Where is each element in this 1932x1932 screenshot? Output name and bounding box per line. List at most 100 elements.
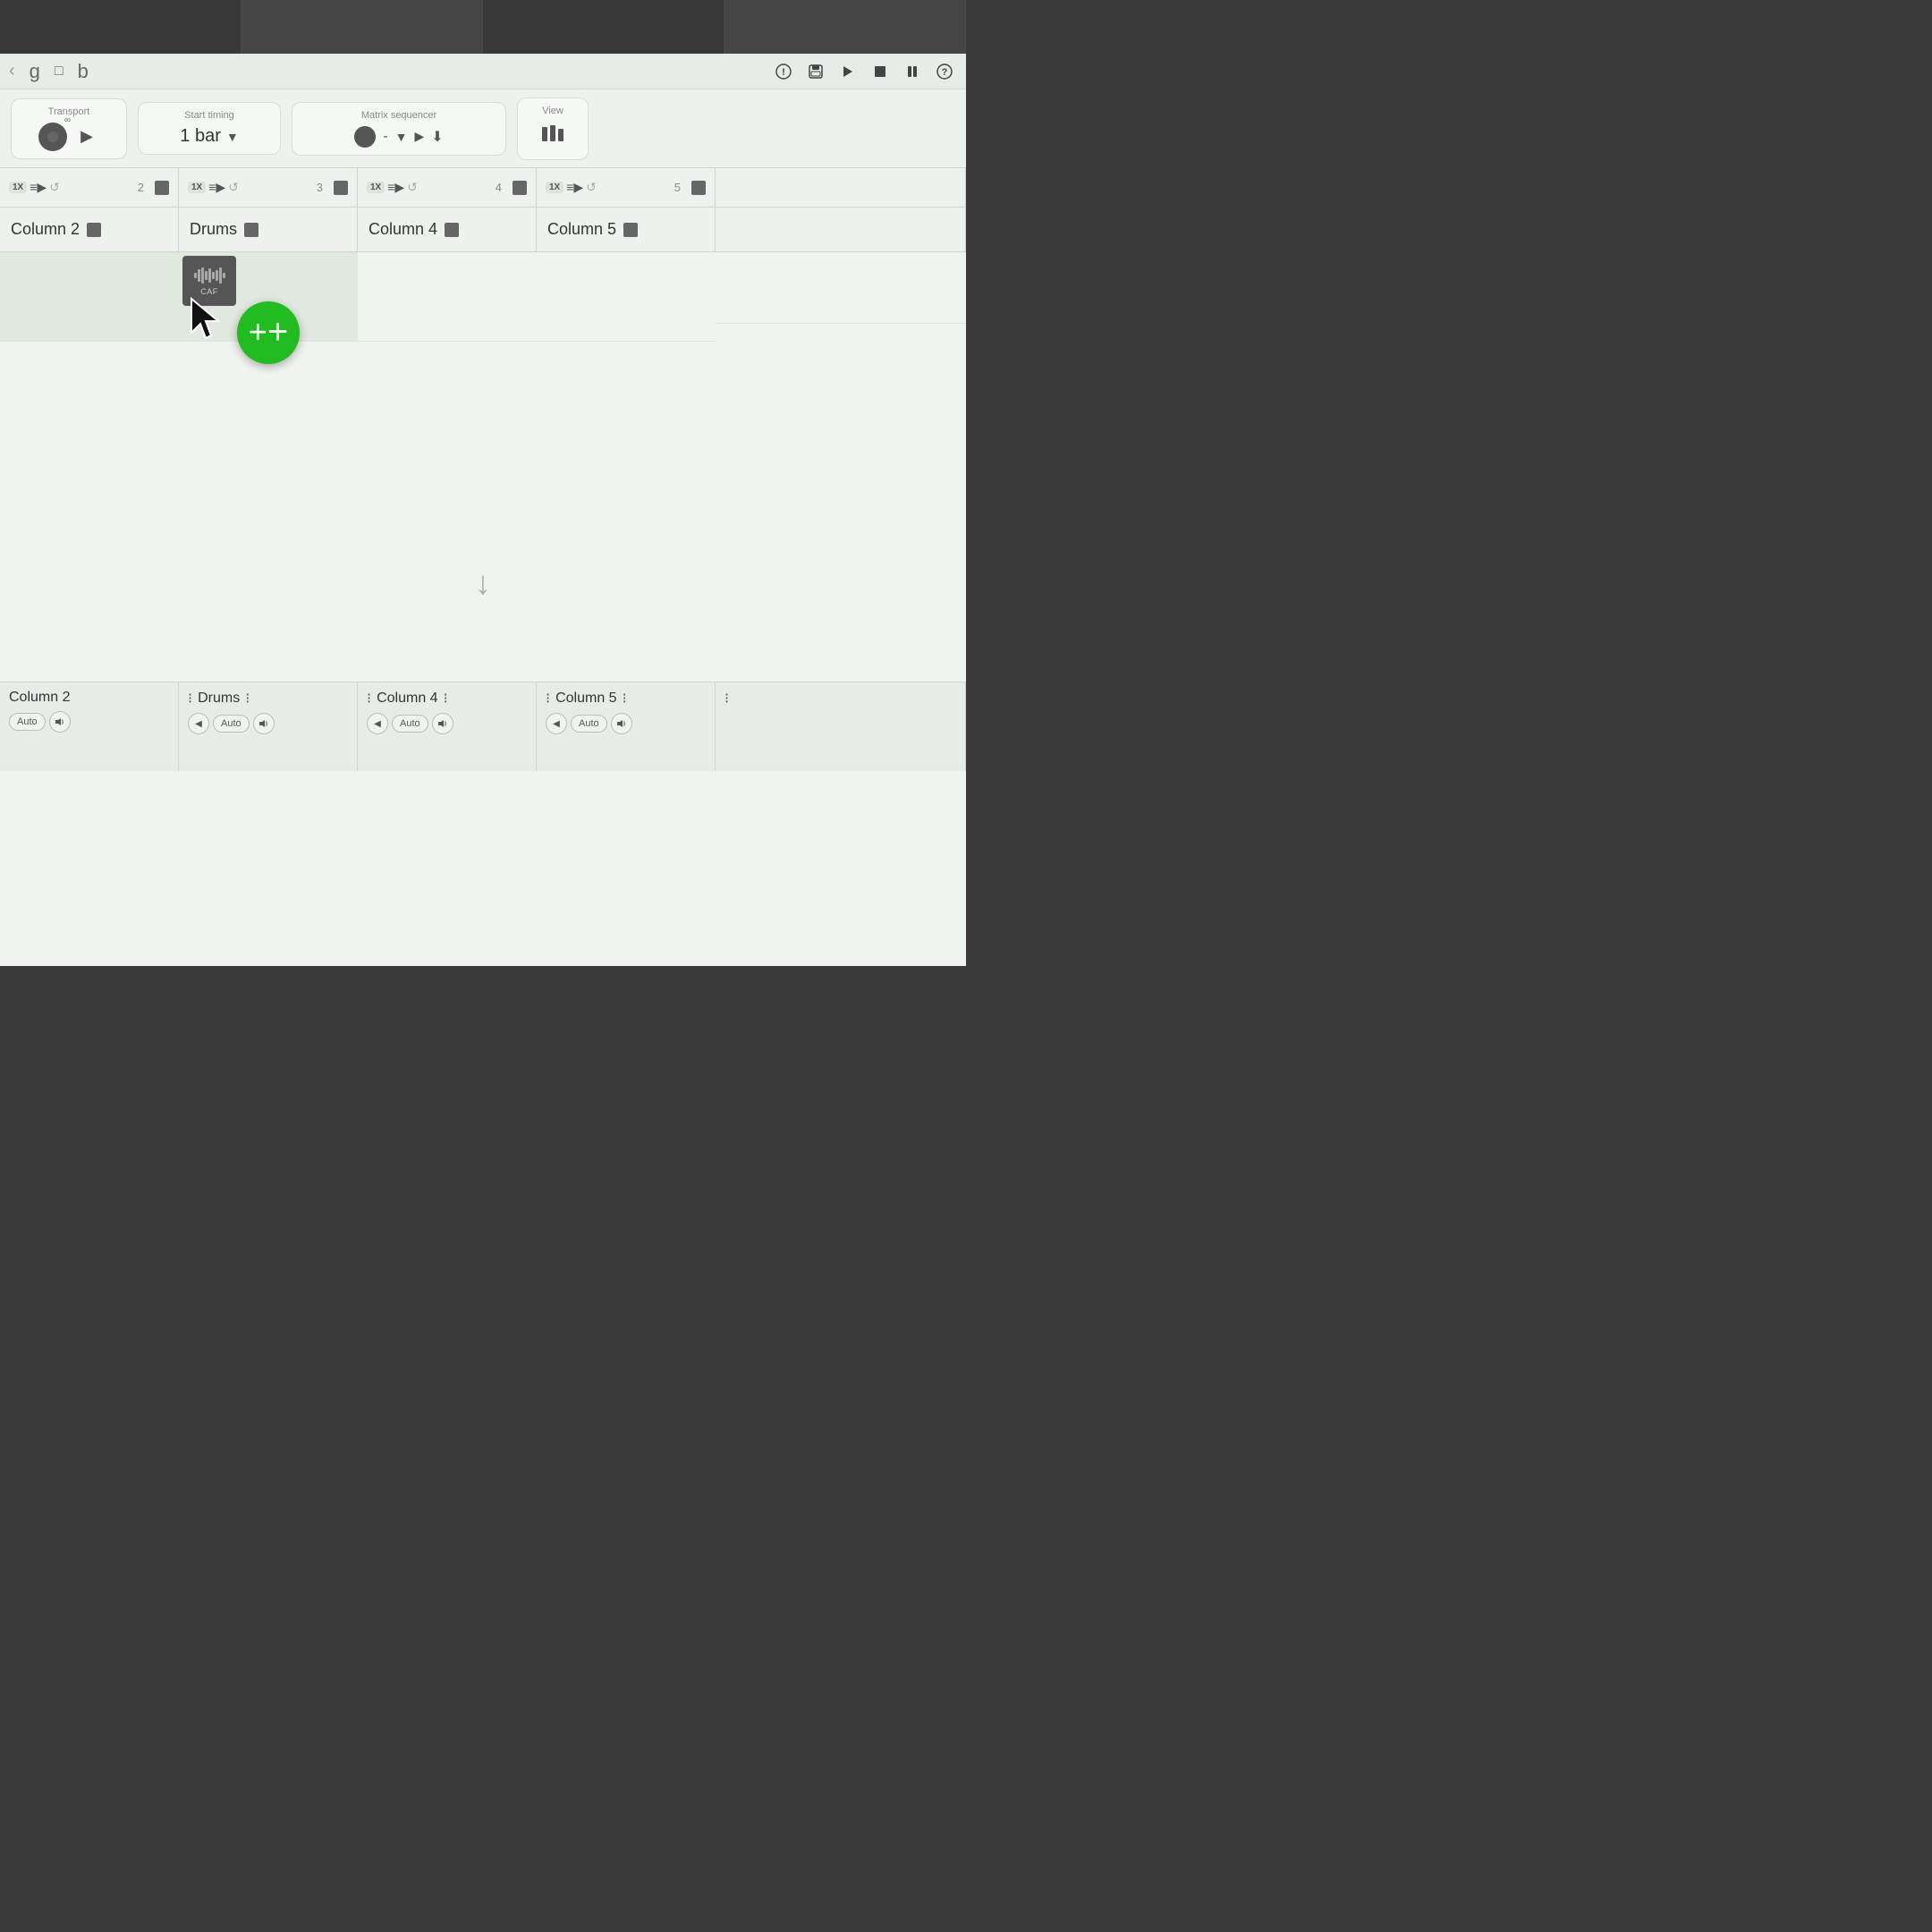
- alert-icon[interactable]: !: [771, 59, 796, 84]
- drums-port-icon: ⁝: [188, 690, 192, 708]
- col5-cell-1[interactable]: [537, 252, 716, 342]
- col4-name: Column 4: [369, 220, 437, 239]
- view-icon[interactable]: [540, 122, 565, 152]
- stop-icon[interactable]: [868, 59, 893, 84]
- drums-num: 3: [317, 181, 323, 194]
- col2-controls: 1X ≡▶ ↺: [9, 180, 60, 195]
- timing-select[interactable]: 1 bar ▼: [180, 126, 238, 147]
- drums-undo-icon[interactable]: ↺: [228, 180, 239, 195]
- col4-title-row: ⁝ Column 4 ⁝: [367, 690, 448, 708]
- grid-row-2: [716, 252, 966, 324]
- col2-bottom-name: Column 2: [9, 690, 70, 706]
- wbar1: [194, 273, 197, 278]
- column-headers-row: 1X ≡▶ ↺ 2 1X ≡▶ ↺ 3 1X ≡▶ ↺ 4: [0, 168, 966, 208]
- help-icon[interactable]: ?: [932, 59, 957, 84]
- col2-undo-icon[interactable]: ↺: [49, 180, 60, 195]
- seq-play-button[interactable]: ▶: [415, 129, 425, 144]
- col5-stop-btn[interactable]: [691, 181, 706, 195]
- col4-port-icon: ⁝: [367, 690, 371, 708]
- column-names-row: Column 2 Drums Column 4 Column 5: [0, 208, 966, 252]
- col4-cell-1[interactable]: [358, 252, 537, 342]
- drums-auto-btn[interactable]: Auto: [213, 715, 250, 733]
- drums-track-controls: ◀ Auto: [188, 713, 275, 734]
- seq-record-button[interactable]: [354, 126, 376, 148]
- drums-speaker-btn[interactable]: [253, 713, 275, 734]
- col2-rate[interactable]: 1X: [9, 182, 27, 193]
- drums-cell-1[interactable]: CAF +: [179, 252, 358, 342]
- seq-dash: -: [383, 129, 387, 145]
- drums-queue-icon[interactable]: ≡▶: [208, 180, 225, 195]
- col4-left-arrow-btn[interactable]: ◀: [367, 713, 388, 734]
- top-bar: ‹ g □ b !: [0, 54, 966, 89]
- drums-port-icon2: ⁝: [245, 690, 250, 708]
- col5-track-controls: ◀ Auto: [546, 713, 632, 734]
- back-icon[interactable]: ‹: [9, 61, 15, 81]
- col4-num: 4: [496, 181, 502, 194]
- col2-queue-icon[interactable]: ≡▶: [30, 180, 47, 195]
- seq-dropdown-arrow: ▼: [395, 130, 408, 144]
- play-icon[interactable]: [835, 59, 860, 84]
- col4-controls: 1X ≡▶ ↺: [367, 180, 418, 195]
- col5-speaker-btn[interactable]: [611, 713, 632, 734]
- app-container: ‹ g □ b !: [0, 54, 966, 966]
- col4-speaker-btn[interactable]: [432, 713, 453, 734]
- col4-auto-btn[interactable]: Auto: [392, 715, 428, 733]
- dark-seg-1: [0, 0, 242, 54]
- col2-cell-2[interactable]: [716, 252, 894, 324]
- record-button[interactable]: [38, 123, 67, 151]
- col5-port-icon: ⁝: [546, 690, 550, 708]
- col4-bottom-name: Column 4: [377, 691, 437, 707]
- wbar8: [219, 267, 222, 284]
- col5-left-arrow-btn[interactable]: ◀: [546, 713, 567, 734]
- drums-rate[interactable]: 1X: [188, 182, 206, 193]
- col2-cell-1[interactable]: [0, 252, 179, 342]
- col-extra-header: [716, 168, 966, 207]
- extra-bottom-track: ⁝: [716, 682, 966, 771]
- col5-name: Column 5: [547, 220, 616, 239]
- timing-dropdown-arrow: ▼: [226, 130, 239, 144]
- square-icon[interactable]: □: [55, 64, 64, 80]
- col5-auto-btn[interactable]: Auto: [571, 715, 607, 733]
- col2-name-cell: Column 2: [0, 208, 179, 251]
- col5-rate[interactable]: 1X: [546, 182, 564, 193]
- save-icon[interactable]: [803, 59, 828, 84]
- col5-queue-icon[interactable]: ≡▶: [566, 180, 583, 195]
- caf-clip[interactable]: CAF: [182, 256, 236, 306]
- drums-left-arrow-btn[interactable]: ◀: [188, 713, 209, 734]
- play-button[interactable]: ▶: [74, 124, 99, 149]
- view-label: View: [542, 106, 564, 116]
- col2-stop-btn[interactable]: [155, 181, 169, 195]
- drums-bottom-track: ⁝ Drums ⁝ ◀ Auto: [179, 682, 358, 771]
- matrix-controls: - ▼ ▶ ⬇: [354, 126, 443, 148]
- col2-bottom-track: Column 2 Auto: [0, 682, 179, 771]
- col2-auto-btn[interactable]: Auto: [9, 713, 46, 731]
- drums-name-cell: Drums: [179, 208, 358, 251]
- col2-name-stop[interactable]: [87, 223, 101, 237]
- drums-cell-2[interactable]: [894, 252, 966, 324]
- seq-download-button[interactable]: ⬇: [431, 128, 443, 146]
- drums-stop-btn[interactable]: [334, 181, 348, 195]
- col5-controls: 1X ≡▶ ↺: [546, 180, 597, 195]
- col4-undo-icon[interactable]: ↺: [407, 180, 418, 195]
- drums-name-stop[interactable]: [244, 223, 258, 237]
- col2-name: Column 2: [11, 220, 80, 239]
- col4-rate[interactable]: 1X: [367, 182, 385, 193]
- col5-name-stop[interactable]: [623, 223, 638, 237]
- g-icon[interactable]: g: [30, 60, 40, 83]
- view-group: View: [517, 97, 589, 160]
- col5-undo-icon[interactable]: ↺: [586, 180, 597, 195]
- drums-bottom-name: Drums: [198, 691, 240, 707]
- matrix-label: Matrix sequencer: [361, 110, 436, 121]
- col4-track-controls: ◀ Auto: [367, 713, 453, 734]
- pause-icon[interactable]: [900, 59, 925, 84]
- col4-header: 1X ≡▶ ↺ 4: [358, 168, 537, 207]
- col2-speaker-btn[interactable]: [49, 711, 71, 733]
- add-button[interactable]: +: [237, 301, 300, 364]
- b-icon[interactable]: b: [78, 60, 89, 83]
- col5-header: 1X ≡▶ ↺ 5: [537, 168, 716, 207]
- col4-name-stop[interactable]: [445, 223, 459, 237]
- col4-stop-btn[interactable]: [513, 181, 527, 195]
- col4-queue-icon[interactable]: ≡▶: [387, 180, 404, 195]
- col5-name-cell: Column 5: [537, 208, 716, 251]
- col4-name-cell: Column 4: [358, 208, 537, 251]
